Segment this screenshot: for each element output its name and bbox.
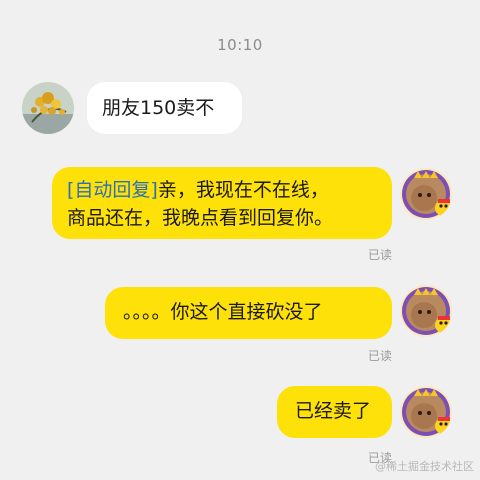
- incoming-message-bubble[interactable]: 朋友150卖不: [87, 82, 242, 134]
- outgoing-message-text: 。。。。你这个直接砍没了: [123, 301, 323, 323]
- watermark: @稀土掘金技术社区: [375, 460, 474, 473]
- self-avatar[interactable]: [400, 386, 452, 438]
- auto-reply-tag: [自动回复]: [67, 179, 158, 201]
- auto-reply-bubble[interactable]: [自动回复]亲，我现在不在线， 商品还在，我晚点看到回复你。: [52, 167, 392, 239]
- message-timestamp: 10:10: [217, 36, 263, 54]
- incoming-message-text: 朋友150卖不: [102, 97, 215, 119]
- flower-photo-icon: [22, 82, 74, 134]
- auto-reply-line2: 商品还在，我晚点看到回复你。: [67, 207, 334, 229]
- self-avatar[interactable]: [400, 168, 452, 220]
- hamster-avatar-icon: [400, 386, 452, 438]
- self-avatar[interactable]: [400, 285, 452, 337]
- auto-reply-line1: 亲，我现在不在线，: [157, 179, 329, 201]
- hamster-avatar-icon: [400, 168, 452, 220]
- contact-avatar[interactable]: [22, 82, 74, 134]
- outgoing-message-bubble[interactable]: 。。。。你这个直接砍没了: [105, 287, 392, 339]
- outgoing-message-text: 已经卖了: [295, 400, 372, 422]
- read-receipt: 已读: [368, 349, 393, 363]
- read-receipt: 已读: [368, 248, 393, 262]
- hamster-avatar-icon: [400, 285, 452, 337]
- outgoing-message-bubble[interactable]: 已经卖了: [277, 386, 392, 438]
